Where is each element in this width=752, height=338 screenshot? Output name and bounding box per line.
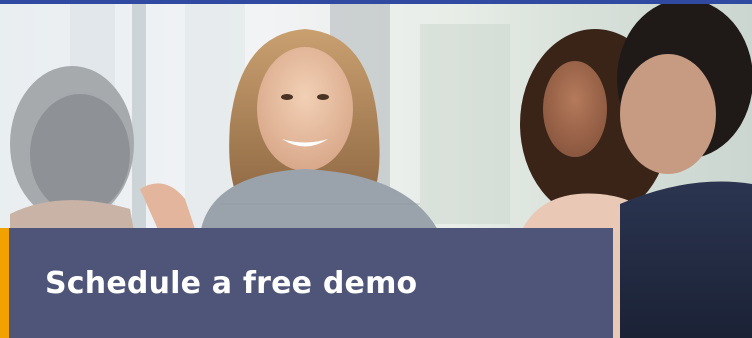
promo-banner: Schedule a free demo [0, 0, 752, 338]
cta-left-accent [0, 228, 9, 338]
cta-panel[interactable]: Schedule a free demo [0, 228, 613, 338]
schedule-demo-link[interactable]: Schedule a free demo [45, 266, 417, 301]
